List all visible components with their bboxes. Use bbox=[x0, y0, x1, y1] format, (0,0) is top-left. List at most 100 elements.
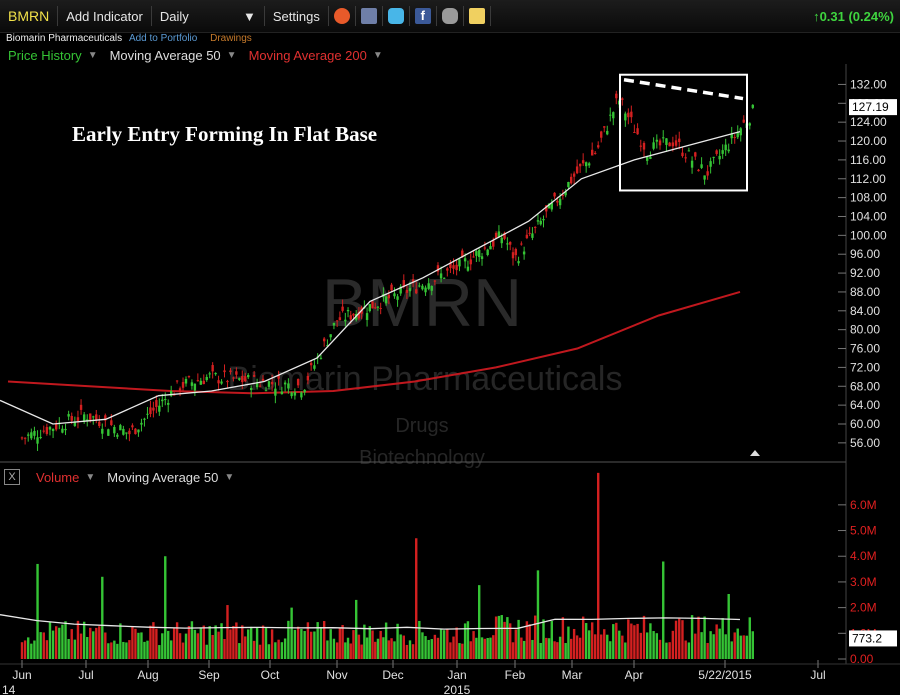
drawings-link[interactable]: Drawings bbox=[210, 33, 252, 44]
watermark-industry: Biotechnology bbox=[359, 447, 485, 469]
price-candle bbox=[287, 383, 290, 389]
volume-bar bbox=[706, 642, 709, 659]
price-candle bbox=[748, 123, 751, 126]
time-tick-label: Jul bbox=[810, 668, 825, 682]
note-icon[interactable] bbox=[468, 8, 485, 24]
volume-bar bbox=[51, 630, 55, 659]
volume-axis: 6.0M5.0M4.0M3.0M2.0M1.0M0.00773.2 bbox=[838, 498, 897, 666]
volume-bar bbox=[624, 642, 627, 659]
volume-bar bbox=[674, 620, 678, 659]
volume-bar bbox=[172, 627, 176, 659]
twitter-icon[interactable] bbox=[387, 8, 404, 24]
price-candle bbox=[452, 265, 455, 269]
price-candle bbox=[45, 427, 49, 434]
price-candle bbox=[393, 293, 396, 297]
volume-bar bbox=[255, 627, 259, 659]
chevron-down-icon[interactable]: ▼ bbox=[373, 50, 383, 61]
volume-bar bbox=[360, 644, 363, 659]
volume-bar bbox=[143, 641, 146, 659]
time-tick-label: Dec bbox=[382, 668, 403, 682]
volume-bar bbox=[119, 623, 122, 659]
price-candle bbox=[612, 112, 615, 119]
chevron-down-icon[interactable]: ▼ bbox=[227, 50, 237, 61]
price-candle bbox=[621, 98, 624, 100]
volume-bar bbox=[421, 632, 424, 659]
volume-bar bbox=[748, 617, 751, 659]
price-candle bbox=[466, 266, 470, 271]
volume-bar bbox=[687, 642, 691, 659]
price-candle bbox=[678, 138, 681, 143]
price-candle bbox=[267, 381, 271, 387]
symbol-field[interactable]: BMRN bbox=[0, 6, 57, 26]
volume-bar bbox=[550, 620, 554, 659]
volume-bar bbox=[30, 643, 33, 659]
volume-bar bbox=[684, 640, 687, 659]
price-tick-label: 76.00 bbox=[850, 342, 880, 356]
price-candle bbox=[558, 198, 562, 206]
binoculars-icon[interactable] bbox=[441, 8, 458, 24]
volume-bar bbox=[721, 618, 724, 659]
watermark: BMRNBiomarin PharmaceuticalsDrugsBiotech… bbox=[228, 265, 623, 469]
price-candle bbox=[167, 402, 170, 405]
price-candle bbox=[101, 428, 104, 434]
volume-bar bbox=[137, 632, 140, 659]
price-candle bbox=[636, 128, 639, 135]
volume-bar bbox=[433, 634, 437, 659]
price-candle bbox=[715, 150, 718, 154]
price-candle bbox=[590, 149, 594, 156]
interval-value: Daily bbox=[159, 8, 189, 24]
add-to-portfolio-link[interactable]: Add to Portfolio bbox=[129, 33, 197, 44]
price-tick-label: 132.00 bbox=[850, 77, 887, 91]
volume-bar bbox=[54, 626, 58, 659]
time-sublabel: 14 bbox=[2, 683, 16, 695]
volume-bar bbox=[223, 639, 226, 659]
volume-bar bbox=[365, 637, 369, 659]
price-candle bbox=[430, 285, 433, 291]
interval-select[interactable]: Daily ▼ bbox=[152, 6, 264, 26]
price-candle bbox=[178, 388, 182, 391]
watermark-symbol: BMRN bbox=[322, 265, 522, 341]
price-candle bbox=[724, 144, 727, 151]
time-tick-label: Feb bbox=[505, 668, 526, 682]
volume-bar bbox=[517, 619, 520, 659]
price-tick-label: 60.00 bbox=[850, 417, 880, 431]
volume-bar bbox=[727, 593, 730, 659]
volume-bar bbox=[745, 635, 748, 659]
volume-bar bbox=[427, 639, 430, 659]
price-volume-chart[interactable]: BMRNBiomarin PharmaceuticalsDrugsBiotech… bbox=[0, 64, 900, 695]
volume-bar bbox=[193, 629, 197, 659]
chevron-down-icon[interactable]: ▼ bbox=[88, 50, 98, 61]
time-tick-label: Oct bbox=[261, 668, 280, 682]
volume-bar bbox=[36, 563, 39, 659]
volume-bar bbox=[376, 638, 380, 659]
alarm-clock-icon[interactable] bbox=[333, 8, 350, 24]
price-candle bbox=[390, 284, 393, 291]
legend-price-history[interactable]: Price History bbox=[8, 48, 82, 63]
book-icon[interactable] bbox=[360, 8, 377, 24]
price-candle bbox=[480, 256, 484, 259]
price-candle bbox=[690, 160, 694, 168]
facebook-icon[interactable]: f bbox=[414, 8, 431, 24]
legend-ma50[interactable]: Moving Average 50 bbox=[110, 48, 221, 63]
price-candle bbox=[630, 111, 633, 118]
time-tick-label: 5/22/2015 bbox=[698, 668, 752, 682]
price-candle bbox=[649, 156, 652, 159]
price-tick-label: 96.00 bbox=[850, 247, 880, 261]
volume-bar bbox=[319, 626, 323, 659]
price-candle bbox=[190, 382, 194, 386]
price-tick-label: 72.00 bbox=[850, 360, 880, 374]
time-axis: Jun Jul Aug Sep Oct Nov Dec Jan Feb Mar Apr 5/22/20… bbox=[2, 660, 826, 695]
settings-button[interactable]: Settings bbox=[265, 6, 328, 26]
price-candle bbox=[665, 138, 668, 145]
price-candle bbox=[175, 380, 179, 382]
volume-bar bbox=[390, 638, 393, 659]
time-tick-label: Aug bbox=[137, 668, 158, 682]
volume-bar bbox=[642, 615, 646, 659]
add-indicator-button[interactable]: Add Indicator bbox=[58, 6, 151, 26]
volume-bar bbox=[452, 636, 455, 659]
legend-ma200[interactable]: Moving Average 200 bbox=[249, 48, 367, 63]
volume-tick-label: 3.0M bbox=[850, 575, 877, 589]
price-tick-label: 56.00 bbox=[850, 436, 880, 450]
price-candle bbox=[627, 112, 630, 118]
volume-bar bbox=[134, 628, 137, 659]
